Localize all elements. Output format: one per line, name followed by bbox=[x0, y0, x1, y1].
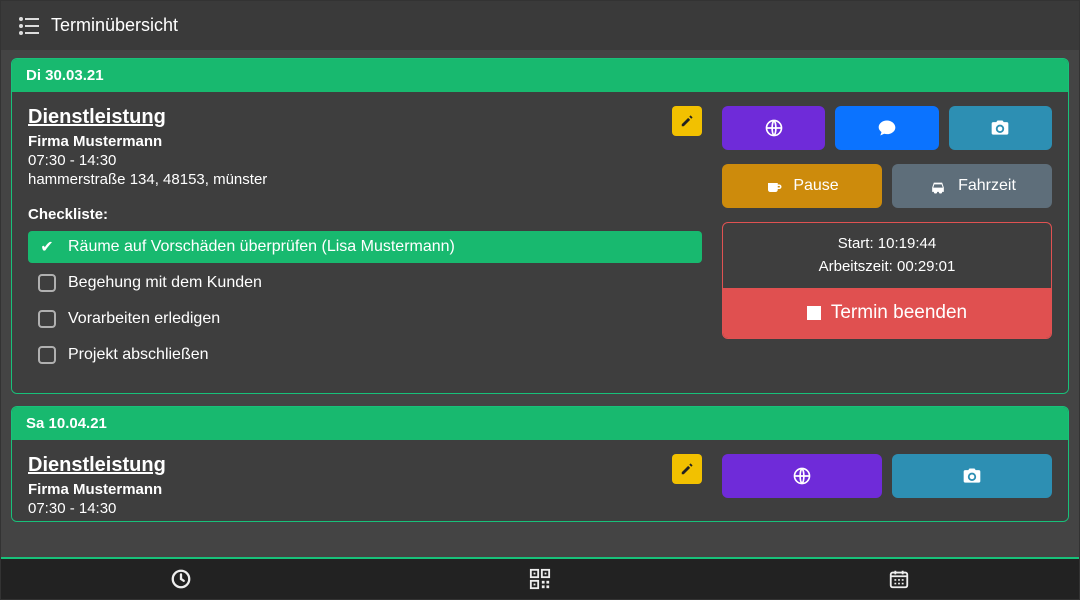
chat-button[interactable] bbox=[835, 106, 938, 150]
checklist-item[interactable]: Vorarbeiten erledigen bbox=[28, 303, 702, 335]
time-range: 07:30 - 14:30 bbox=[28, 152, 267, 169]
clock-icon bbox=[170, 568, 192, 590]
travel-button[interactable]: Fahrzeit bbox=[892, 164, 1052, 208]
start-time: Start: 10:19:44 bbox=[731, 233, 1043, 256]
checkbox-unchecked[interactable] bbox=[38, 346, 56, 364]
camera-button[interactable] bbox=[892, 454, 1052, 498]
service-title[interactable]: Dienstleistung bbox=[28, 106, 267, 129]
checklist-item-label: Vorarbeiten erledigen bbox=[68, 310, 220, 328]
appointment-card: Sa 10.04.21 Dienstleistung Firma Musterm… bbox=[11, 406, 1069, 522]
list-icon bbox=[19, 17, 39, 35]
coffee-icon bbox=[765, 177, 783, 195]
checklist-label: Checkliste: bbox=[28, 206, 702, 223]
globe-icon bbox=[764, 118, 784, 138]
pencil-icon bbox=[680, 462, 694, 476]
camera-button[interactable] bbox=[949, 106, 1052, 150]
page-title: Terminübersicht bbox=[51, 15, 178, 36]
checklist-item-label: Begehung mit dem Kunden bbox=[68, 274, 262, 292]
qr-icon bbox=[529, 568, 551, 590]
edit-button[interactable] bbox=[672, 106, 702, 136]
globe-icon bbox=[792, 466, 812, 486]
checklist-item[interactable]: ✔ Räume auf Vorschäden überprüfen (Lisa … bbox=[28, 231, 702, 263]
chat-icon bbox=[877, 118, 897, 138]
service-title[interactable]: Dienstleistung bbox=[28, 454, 166, 477]
appointment-date: Di 30.03.21 bbox=[12, 59, 1068, 92]
checkbox-unchecked[interactable] bbox=[38, 310, 56, 328]
pause-button[interactable]: Pause bbox=[722, 164, 882, 208]
globe-button[interactable] bbox=[722, 454, 882, 498]
end-appointment-button[interactable]: Termin beenden bbox=[723, 288, 1051, 338]
checklist-item-label: Projekt abschließen bbox=[68, 346, 209, 364]
time-range: 07:30 - 14:30 bbox=[28, 500, 166, 517]
company-name: Firma Mustermann bbox=[28, 133, 267, 150]
company-name: Firma Mustermann bbox=[28, 481, 166, 498]
checklist-item[interactable]: Begehung mit dem Kunden bbox=[28, 267, 702, 299]
check-icon: ✔ bbox=[40, 237, 53, 257]
pause-label: Pause bbox=[793, 177, 838, 195]
camera-icon bbox=[990, 118, 1010, 138]
address: hammerstraße 134, 48153, münster bbox=[28, 171, 267, 188]
globe-button[interactable] bbox=[722, 106, 825, 150]
nav-qr[interactable] bbox=[360, 559, 719, 599]
pencil-icon bbox=[680, 114, 694, 128]
end-label: Termin beenden bbox=[831, 302, 967, 324]
bottom-nav bbox=[1, 557, 1079, 599]
stop-icon bbox=[807, 306, 821, 320]
appointment-date: Sa 10.04.21 bbox=[12, 407, 1068, 440]
nav-calendar[interactable] bbox=[720, 559, 1079, 599]
camera-icon bbox=[962, 466, 982, 486]
edit-button[interactable] bbox=[672, 454, 702, 484]
car-icon bbox=[928, 177, 948, 195]
page-header: Terminübersicht bbox=[1, 1, 1079, 50]
appointment-card: Di 30.03.21 Dienstleistung Firma Musterm… bbox=[11, 58, 1069, 394]
checklist-item-label: Räume auf Vorschäden überprüfen (Lisa Mu… bbox=[68, 238, 455, 256]
nav-clock[interactable] bbox=[1, 559, 360, 599]
travel-label: Fahrzeit bbox=[958, 177, 1016, 195]
work-time: Arbeitszeit: 00:29:01 bbox=[731, 256, 1043, 279]
timer-box: Start: 10:19:44 Arbeitszeit: 00:29:01 Te… bbox=[722, 222, 1052, 339]
calendar-icon bbox=[888, 568, 910, 590]
checkbox-unchecked[interactable] bbox=[38, 274, 56, 292]
checkbox-checked[interactable]: ✔ bbox=[38, 238, 56, 256]
checklist-item[interactable]: Projekt abschließen bbox=[28, 339, 702, 371]
